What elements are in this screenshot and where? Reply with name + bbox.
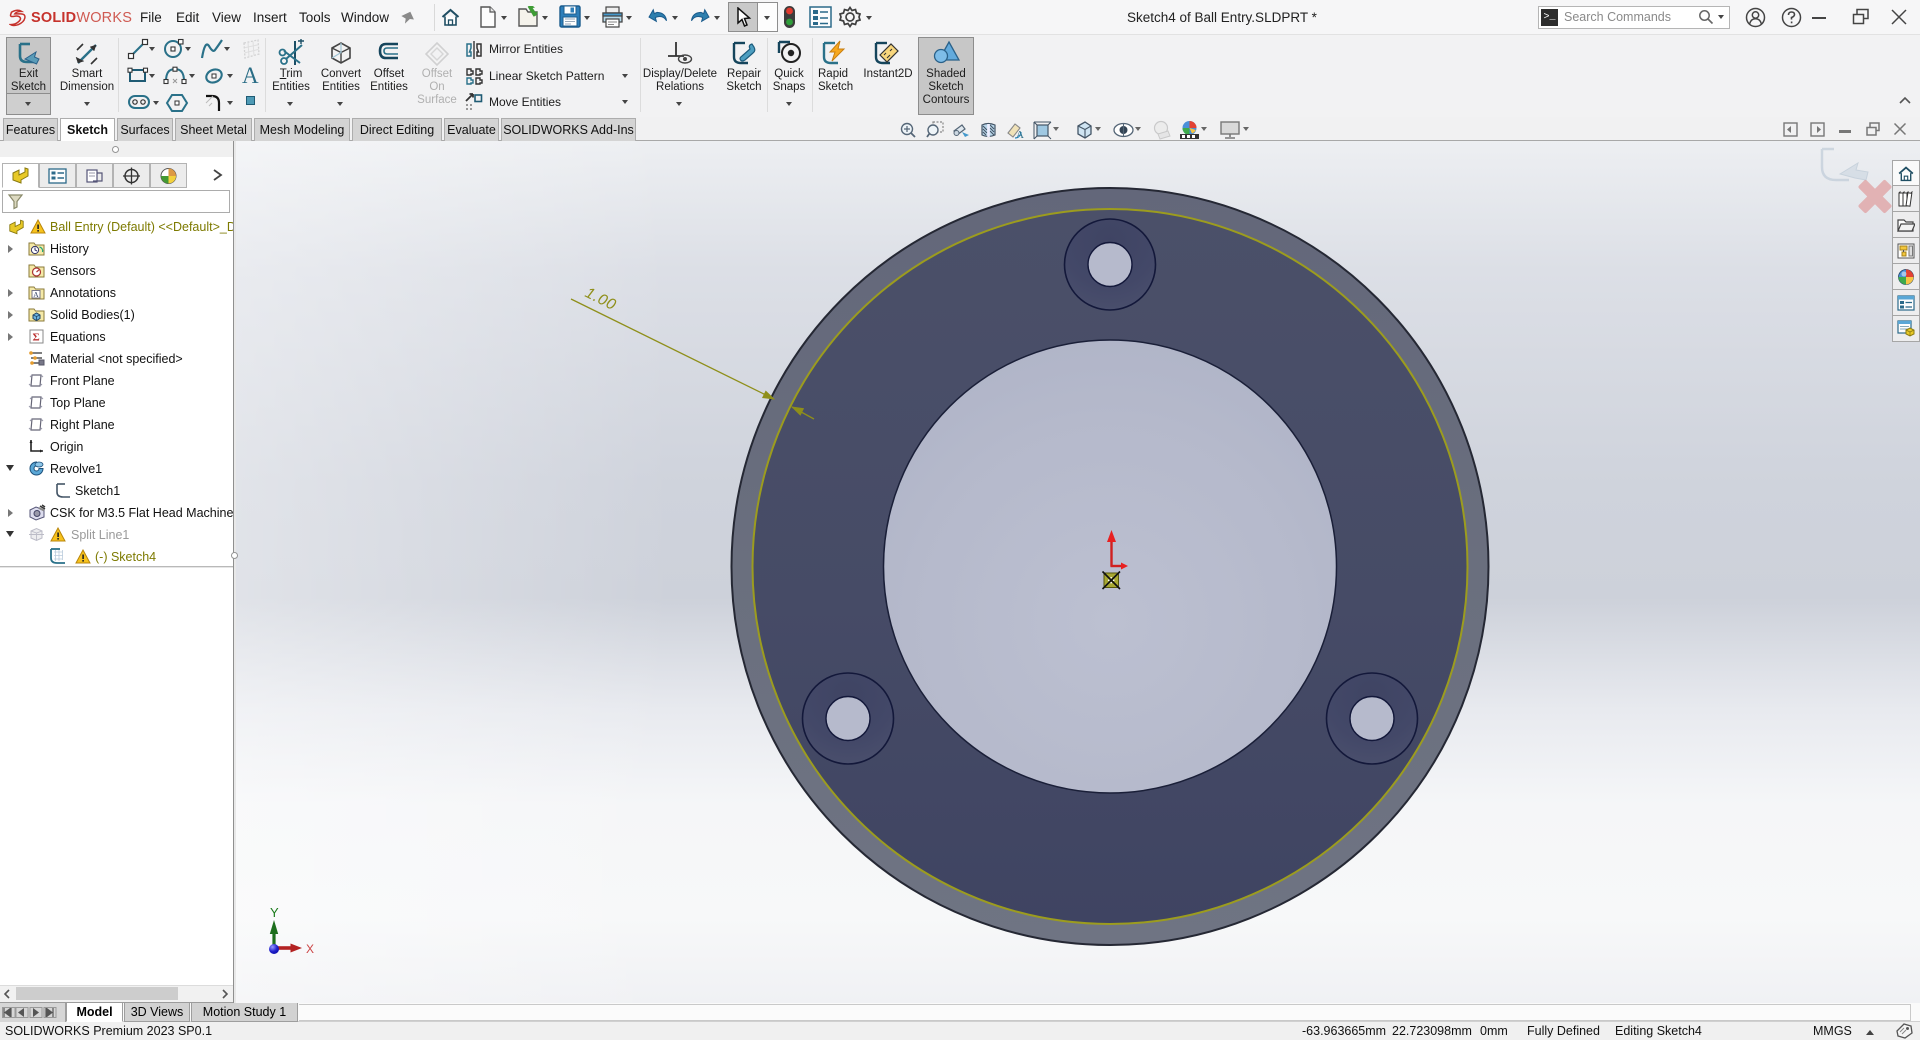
svg-text:A: A xyxy=(1016,129,1024,139)
svg-text:Σ: Σ xyxy=(33,332,40,344)
svg-text:A: A xyxy=(33,290,39,299)
svg-text:X: X xyxy=(306,942,314,956)
svg-text:Y: Y xyxy=(270,905,279,920)
svg-text:1.00: 1.00 xyxy=(582,284,619,314)
